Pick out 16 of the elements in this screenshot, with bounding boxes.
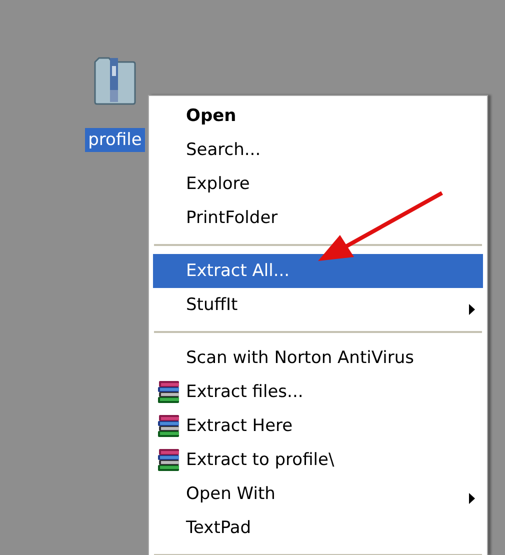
- submenu-arrow-icon: [469, 493, 475, 504]
- menu-item[interactable]: Open: [153, 99, 483, 133]
- menu-item[interactable]: Extract files...: [153, 375, 483, 409]
- menu-item[interactable]: Search...: [153, 133, 483, 167]
- menu-item[interactable]: Scan with Norton AntiVirus: [153, 341, 483, 375]
- menu-item[interactable]: StuffIt: [153, 288, 483, 322]
- submenu-arrow-icon: [469, 304, 475, 315]
- menu-item[interactable]: Extract All...: [153, 254, 483, 288]
- zip-folder-icon[interactable]: [93, 56, 137, 106]
- menu-item[interactable]: Extract Here: [153, 409, 483, 443]
- menu-item[interactable]: TextPad: [153, 511, 483, 545]
- menu-item[interactable]: Explore: [153, 167, 483, 201]
- menu-item[interactable]: PrintFolder: [153, 201, 483, 235]
- menu-item[interactable]: Open With: [153, 477, 483, 511]
- icon-label[interactable]: profile: [85, 128, 145, 152]
- menu-item[interactable]: Extract to profile\: [153, 443, 483, 477]
